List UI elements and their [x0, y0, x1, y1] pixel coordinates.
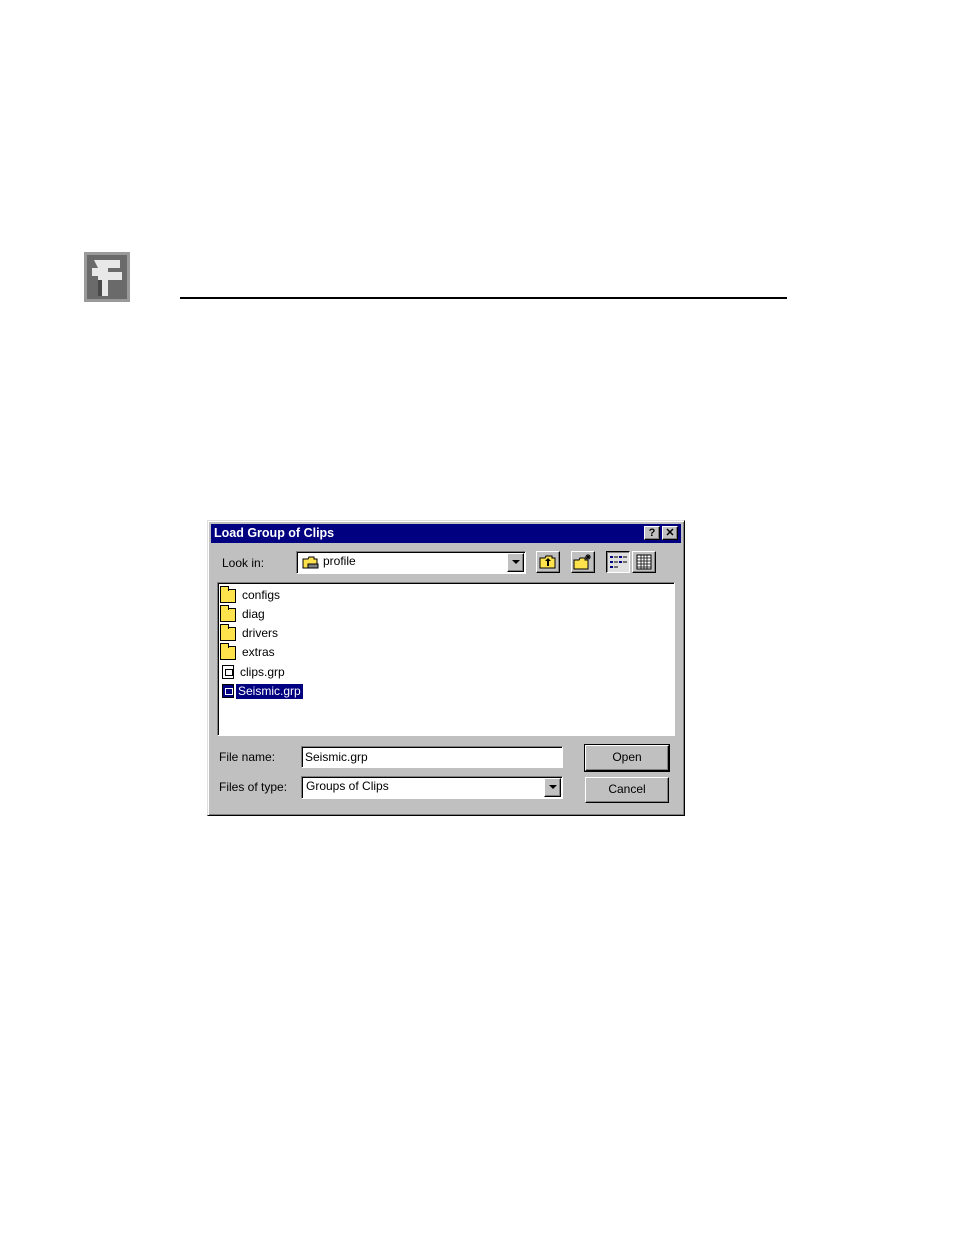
list-item-extras[interactable]: extras: [220, 643, 277, 661]
network-folder-icon: [302, 556, 319, 569]
folder-icon: [220, 643, 236, 660]
list-item-diag[interactable]: diag: [220, 605, 267, 623]
list-view-icon: [610, 556, 627, 568]
help-icon: ?: [648, 527, 656, 539]
details-view-icon: [636, 554, 652, 570]
look-in-value: profile: [323, 554, 356, 568]
new-folder-button[interactable]: [571, 551, 595, 573]
file-list[interactable]: configs diag drivers extras clips.grp Se…: [217, 582, 675, 736]
chevron-down-icon[interactable]: [544, 778, 561, 797]
close-button[interactable]: ✕: [662, 526, 678, 540]
cancel-button[interactable]: Cancel: [585, 777, 669, 803]
dialog-title: Load Group of Clips: [214, 526, 335, 540]
list-item-label: Seismic.grp: [235, 682, 304, 700]
list-item-clips-grp[interactable]: clips.grp: [220, 663, 287, 681]
file-type-dropdown[interactable]: Groups of Clips: [301, 776, 563, 799]
list-item-label: drivers: [242, 625, 279, 640]
list-item-label: clips.grp: [240, 664, 285, 679]
look-in-dropdown[interactable]: profile: [296, 551, 526, 574]
folder-icon: [220, 624, 236, 641]
company-logo: [84, 252, 130, 302]
list-view-button[interactable]: [606, 551, 630, 573]
new-folder-icon: [573, 554, 591, 570]
list-item-configs[interactable]: configs: [220, 586, 282, 604]
list-item-label: diag: [242, 606, 265, 621]
folder-icon: [220, 605, 236, 622]
help-button[interactable]: ?: [644, 526, 660, 540]
open-button-label: Open: [612, 750, 642, 764]
folder-icon: [220, 586, 236, 603]
file-name-label: File name:: [219, 750, 276, 764]
up-one-level-icon: [539, 555, 556, 569]
document-icon: [222, 684, 234, 698]
list-item-label: configs: [242, 587, 281, 602]
open-button[interactable]: Open: [584, 744, 670, 772]
close-icon: ✕: [665, 527, 675, 539]
file-name-input[interactable]: Seismic.grp: [301, 746, 563, 768]
cancel-button-label: Cancel: [608, 782, 646, 796]
list-item-seismic-grp[interactable]: Seismic.grp: [220, 682, 304, 700]
chevron-down-icon[interactable]: [507, 553, 524, 572]
list-item-label: extras: [242, 644, 275, 659]
file-name-value: Seismic.grp: [305, 750, 368, 764]
document-icon: [222, 665, 234, 679]
file-type-value: Groups of Clips: [306, 779, 389, 793]
up-one-level-button[interactable]: [536, 551, 560, 573]
dialog-title-bar[interactable]: Load Group of Clips ? ✕: [211, 524, 681, 543]
header-rule: [180, 297, 787, 299]
look-in-label: Look in:: [222, 556, 265, 570]
details-view-button[interactable]: [632, 551, 656, 573]
list-item-drivers[interactable]: drivers: [220, 624, 280, 642]
file-type-label: Files of type:: [219, 780, 288, 794]
